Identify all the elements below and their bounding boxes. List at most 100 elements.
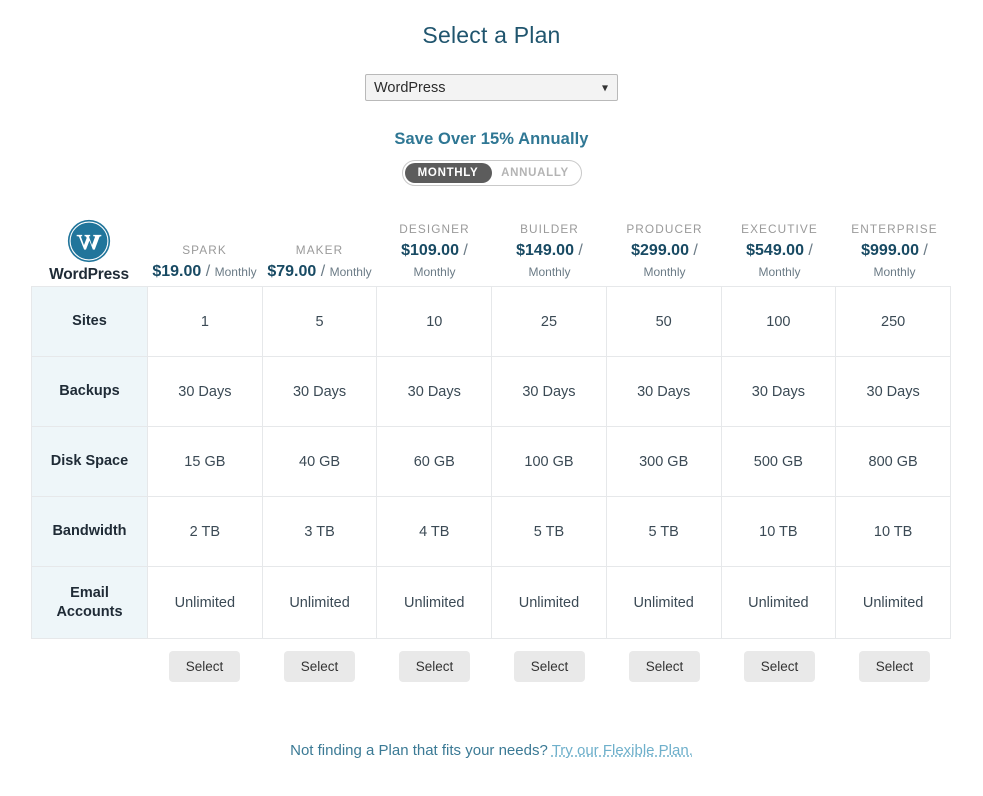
footer-question: Not finding a Plan that fits your needs? (290, 742, 548, 759)
feature-value: 100 (721, 287, 836, 357)
plan-name: PRODUCER (607, 222, 722, 236)
feature-value: 3 TB (262, 497, 377, 567)
plan-header-builder: BUILDER $149.00 /Monthly (492, 222, 607, 286)
select-cell-spark: Select (147, 651, 262, 682)
feature-value: 10 TB (721, 497, 836, 567)
feature-value: 10 TB (836, 497, 951, 567)
plan-price-amount: $19.00 (152, 263, 201, 280)
plan-header-enterprise: ENTERPRISE $999.00 /Monthly (837, 222, 952, 286)
feature-value: 30 Days (377, 357, 492, 427)
plan-price-amount: $999.00 (861, 242, 919, 259)
feature-label: Email Accounts (32, 567, 148, 639)
select-cell-executive: Select (722, 651, 837, 682)
feature-value: Unlimited (721, 567, 836, 639)
select-button-enterprise[interactable]: Select (859, 651, 931, 682)
feature-value: Unlimited (606, 567, 721, 639)
feature-value: Unlimited (262, 567, 377, 639)
toggle-option-annually[interactable]: ANNUALLY (492, 163, 579, 183)
plan-name: ENTERPRISE (837, 222, 952, 236)
feature-value: 40 GB (262, 427, 377, 497)
feature-label: Backups (32, 357, 148, 427)
plan-price-period: Monthly (215, 265, 257, 279)
feature-label: Sites (32, 287, 148, 357)
plan-price: $149.00 /Monthly (492, 240, 607, 283)
feature-value: Unlimited (492, 567, 607, 639)
plan-price: $999.00 /Monthly (837, 240, 952, 283)
feature-value: Unlimited (836, 567, 951, 639)
feature-value: 500 GB (721, 427, 836, 497)
feature-value: Unlimited (377, 567, 492, 639)
feature-value: 30 Days (148, 357, 263, 427)
feature-value: 5 (262, 287, 377, 357)
plan-name: SPARK (147, 243, 262, 257)
savings-text: Save Over 15% Annually (0, 130, 983, 149)
plan-price-period: Monthly (413, 265, 455, 279)
feature-value: 4 TB (377, 497, 492, 567)
plan-price: $109.00 /Monthly (377, 240, 492, 283)
feature-value: 30 Days (492, 357, 607, 427)
feature-value: 30 Days (606, 357, 721, 427)
plan-price-amount: $109.00 (401, 242, 459, 259)
billing-toggle[interactable]: MONTHLY ANNUALLY (402, 160, 582, 186)
feature-value: 5 TB (492, 497, 607, 567)
select-cell-designer: Select (377, 651, 492, 682)
footer: Not finding a Plan that fits your needs?… (0, 742, 983, 759)
plan-header-maker: MAKER $79.00 / Monthly (262, 243, 377, 286)
table-row: Backups 30 Days 30 Days 30 Days 30 Days … (32, 357, 951, 427)
feature-value: 30 Days (721, 357, 836, 427)
feature-value: 5 TB (606, 497, 721, 567)
toggle-option-monthly[interactable]: MONTHLY (405, 163, 492, 183)
feature-label: Bandwidth (32, 497, 148, 567)
table-row: Bandwidth 2 TB 3 TB 4 TB 5 TB 5 TB 10 TB… (32, 497, 951, 567)
feature-value: 30 Days (262, 357, 377, 427)
feature-value: 800 GB (836, 427, 951, 497)
plan-header-row: WordPress SPARK $19.00 / Monthly MAKER $… (31, 208, 951, 286)
plan-price: $299.00 /Monthly (607, 240, 722, 283)
feature-value: 2 TB (148, 497, 263, 567)
select-cell-producer: Select (607, 651, 722, 682)
select-button-builder[interactable]: Select (514, 651, 586, 682)
feature-value: 1 (148, 287, 263, 357)
plan-price-period: Monthly (643, 265, 685, 279)
plan-price: $19.00 / Monthly (147, 261, 262, 283)
plan-name: BUILDER (492, 222, 607, 236)
feature-value: 50 (606, 287, 721, 357)
plan-header-executive: EXECUTIVE $549.00 /Monthly (722, 222, 837, 286)
plan-price-period: Monthly (330, 265, 372, 279)
table-row: Disk Space 15 GB 40 GB 60 GB 100 GB 300 … (32, 427, 951, 497)
select-button-maker[interactable]: Select (284, 651, 356, 682)
wordpress-logo-icon (67, 219, 111, 263)
platform-select[interactable]: WordPress ▾ (365, 74, 618, 101)
billing-toggle-wrap: MONTHLY ANNUALLY (0, 160, 983, 186)
feature-value: 30 Days (836, 357, 951, 427)
platform-select-wrap: WordPress ▾ (0, 74, 983, 101)
select-button-executive[interactable]: Select (744, 651, 816, 682)
plan-price: $549.00 /Monthly (722, 240, 837, 283)
select-button-producer[interactable]: Select (629, 651, 701, 682)
select-button-spark[interactable]: Select (169, 651, 241, 682)
plan-price-amount: $79.00 (267, 263, 316, 280)
pricing-page: Select a Plan WordPress ▾ Save Over 15% … (0, 0, 983, 796)
feature-value: 100 GB (492, 427, 607, 497)
plan-header-designer: DESIGNER $109.00 /Monthly (377, 222, 492, 286)
feature-value: 10 (377, 287, 492, 357)
plan-price-amount: $149.00 (516, 242, 574, 259)
plan-price-period: Monthly (873, 265, 915, 279)
feature-value: 250 (836, 287, 951, 357)
feature-value: 300 GB (606, 427, 721, 497)
platform-select-value: WordPress (374, 80, 445, 96)
feature-value: 15 GB (148, 427, 263, 497)
select-button-row: Select Select Select Select Select Selec… (31, 651, 951, 682)
flexible-plan-link[interactable]: Try our Flexible Plan. (552, 742, 693, 759)
plan-price-amount: $549.00 (746, 242, 804, 259)
plan-header-spark: SPARK $19.00 / Monthly (147, 243, 262, 286)
feature-value: 60 GB (377, 427, 492, 497)
select-button-designer[interactable]: Select (399, 651, 471, 682)
brand-cell: WordPress (31, 219, 147, 286)
table-row: Email Accounts Unlimited Unlimited Unlim… (32, 567, 951, 639)
chevron-down-icon: ▾ (602, 81, 608, 93)
button-row-spacer (31, 651, 147, 682)
select-cell-maker: Select (262, 651, 377, 682)
feature-comparison-table: Sites 1 5 10 25 50 100 250 Backups 30 Da… (31, 286, 951, 639)
feature-value: 25 (492, 287, 607, 357)
